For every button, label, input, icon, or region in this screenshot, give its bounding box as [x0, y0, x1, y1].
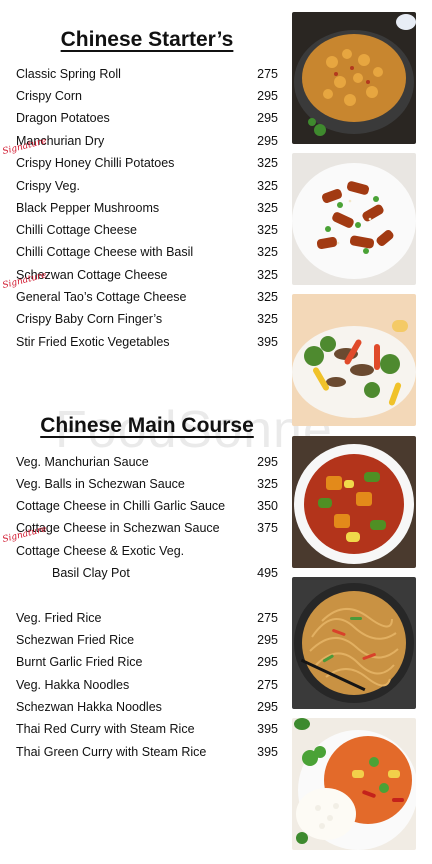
item-name: Veg. Manchurian Sauce: [16, 455, 149, 469]
item-price: 295: [257, 134, 278, 148]
menu-item: Dragon Potatoes 295: [16, 111, 278, 131]
item-price: 275: [257, 678, 278, 692]
item-name: Schezwan Fried Rice: [16, 633, 135, 647]
menu-item: Basil Clay Pot 495: [16, 566, 278, 586]
menu-item: Crispy Honey Chilli Potatoes 325: [16, 156, 278, 176]
menu-item: Schezwan Fried Rice 295: [16, 633, 278, 653]
menu-item: Schezwan Hakka Noodles 295: [16, 700, 278, 720]
item-name: Crispy Baby Corn Finger’s: [16, 312, 163, 326]
menu-item: Cottage Cheese & Exotic Veg.: [16, 544, 278, 564]
item-price: 495: [257, 566, 278, 580]
menu-item: Crispy Corn 295: [16, 89, 278, 109]
item-price: 275: [257, 611, 278, 625]
main-course-heading: Chinese Main Course: [40, 414, 254, 437]
menu-item: Veg. Hakka Noodles 275: [16, 678, 278, 698]
item-price: 295: [257, 655, 278, 669]
item-price: 325: [257, 156, 278, 170]
menu-item: Chilli Cottage Cheese with Basil 325: [16, 245, 278, 265]
item-name: Stir Fried Exotic Vegetables: [16, 335, 170, 349]
item-price: 295: [257, 111, 278, 125]
item-name: Veg. Hakka Noodles: [16, 678, 130, 692]
item-price: 325: [257, 245, 278, 259]
menu-item: Veg. Fried Rice 275: [16, 611, 278, 631]
menu-item: Burnt Garlic Fried Rice 295: [16, 655, 278, 675]
item-price: 325: [257, 223, 278, 237]
item-price: 375: [257, 521, 278, 535]
item-price: 395: [257, 745, 278, 759]
item-name: Black Pepper Mushrooms: [16, 201, 160, 215]
crispy-corn-photo: [292, 12, 416, 144]
item-price: 325: [257, 268, 278, 282]
menu-item: Crispy Veg. 325: [16, 179, 278, 199]
curry-photo: [292, 436, 416, 568]
noodles-photo: [292, 577, 416, 709]
menu-item: Manchurian Dry 295: [16, 134, 278, 154]
item-name: General Tao’s Cottage Cheese: [16, 290, 187, 304]
item-price: 395: [257, 722, 278, 736]
menu-item: Black Pepper Mushrooms 325: [16, 201, 278, 221]
item-price: 325: [257, 179, 278, 193]
item-name: Burnt Garlic Fried Rice: [16, 655, 143, 669]
item-price: 295: [257, 633, 278, 647]
item-price: 295: [257, 700, 278, 714]
item-price: 325: [257, 477, 278, 491]
menu-item: Thai Red Curry with Steam Rice 395: [16, 722, 278, 742]
item-name: Basil Clay Pot: [52, 566, 130, 580]
item-price: 325: [257, 312, 278, 326]
menu-item: Cottage Cheese in Chilli Garlic Sauce 350: [16, 499, 278, 519]
menu-item: Chilli Cottage Cheese 325: [16, 223, 278, 243]
item-name: Veg. Fried Rice: [16, 611, 102, 625]
menu-item: Crispy Baby Corn Finger’s 325: [16, 312, 278, 332]
item-name: Veg. Balls in Schezwan Sauce: [16, 477, 185, 491]
item-name: Chilli Cottage Cheese with Basil: [16, 245, 194, 259]
item-price: 275: [257, 67, 278, 81]
menu-item: Veg. Manchurian Sauce 295: [16, 455, 278, 475]
menu-item: Thai Green Curry with Steam Rice 395: [16, 745, 278, 765]
menu-item: Cottage Cheese in Schezwan Sauce 375: [16, 521, 278, 541]
item-price: 350: [257, 499, 278, 513]
item-name: Crispy Honey Chilli Potatoes: [16, 156, 175, 170]
starters-heading: Chinese Starter’s: [60, 28, 234, 51]
chilli-potatoes-photo: [292, 153, 416, 285]
menu-item: General Tao’s Cottage Cheese 325: [16, 290, 278, 310]
item-name: Cottage Cheese & Exotic Veg.: [16, 544, 185, 558]
item-price: 295: [257, 455, 278, 469]
menu-item: Stir Fried Exotic Vegetables 395: [16, 335, 278, 355]
item-name: Chilli Cottage Cheese: [16, 223, 137, 237]
item-name: Dragon Potatoes: [16, 111, 110, 125]
thai-curry-rice-photo: [292, 718, 416, 850]
menu-item: Classic Spring Roll 275: [16, 67, 278, 87]
item-name: Cottage Cheese in Chilli Garlic Sauce: [16, 499, 226, 513]
item-name: Thai Red Curry with Steam Rice: [16, 722, 195, 736]
item-name: Crispy Corn: [16, 89, 82, 103]
item-price: 395: [257, 335, 278, 349]
stir-fry-photo: [292, 294, 416, 426]
item-price: 295: [257, 89, 278, 103]
menu-item: Veg. Balls in Schezwan Sauce 325: [16, 477, 278, 497]
menu-item: Schezwan Cottage Cheese 325: [16, 268, 278, 288]
item-name: Schezwan Hakka Noodles: [16, 700, 162, 714]
item-price: 325: [257, 201, 278, 215]
item-name: Thai Green Curry with Steam Rice: [16, 745, 207, 759]
menu-column: Chinese Starter’s Classic Spring Roll 275…: [0, 0, 290, 864]
item-name: Crispy Veg.: [16, 179, 80, 193]
item-name: Classic Spring Roll: [16, 67, 121, 81]
item-price: 325: [257, 290, 278, 304]
